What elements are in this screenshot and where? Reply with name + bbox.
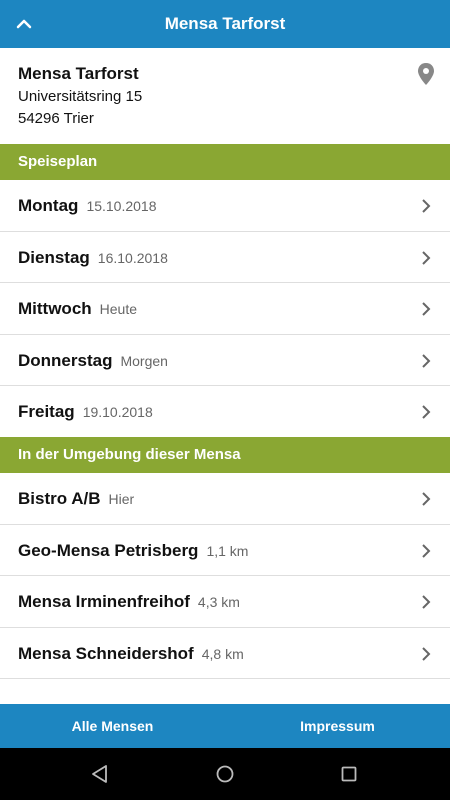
- mensa-name: Mensa Tarforst: [18, 64, 139, 83]
- day-row-donnerstag[interactable]: Donnerstag Morgen: [0, 334, 450, 386]
- day-date: 15.10.2018: [86, 198, 157, 214]
- page-title: Mensa Tarforst: [164, 14, 286, 33]
- day-name: Montag: [18, 196, 79, 215]
- day-date: Morgen: [120, 352, 168, 369]
- system-nav-bar: [0, 748, 450, 800]
- app-bar: Mensa Tarforst: [0, 0, 450, 48]
- chevron-right-icon: [422, 646, 431, 661]
- day-name: Mittwoch: [18, 299, 92, 318]
- distance: 4,3 km: [197, 594, 240, 610]
- recent-apps-icon[interactable]: [338, 763, 360, 785]
- mensa-city: 54296 Trier: [18, 110, 94, 127]
- home-icon[interactable]: [214, 763, 236, 785]
- day-date: 19.10.2018: [82, 404, 153, 420]
- nearby-row-irminenfreihof[interactable]: Mensa Irminenfreihof 4,3 km: [0, 576, 450, 628]
- day-name: Dienstag: [18, 247, 90, 267]
- speiseplan-list: Montag 15.10.2018 Dienstag 16.10.2018 Mitt…: [0, 180, 450, 438]
- day-row-dienstag[interactable]: Dienstag 16.10.2018: [0, 231, 450, 283]
- chevron-right-icon: [422, 405, 431, 419]
- distance: 4,8 km: [201, 645, 244, 662]
- mensa-name: Bistro A/B: [18, 489, 101, 508]
- section-header-nearby: In der Umgebung dieser Mensa: [0, 437, 450, 473]
- day-row-freitag[interactable]: Freitag 19.10.2018: [0, 386, 450, 438]
- day-date: Heute: [99, 301, 138, 317]
- chevron-right-icon: [422, 543, 431, 558]
- distance: Hier: [108, 491, 135, 507]
- day-date: 16.10.2018: [97, 249, 168, 266]
- chevron-right-icon: [422, 250, 431, 265]
- nearby-row-bistro[interactable]: Bistro A/B Hier: [0, 473, 450, 525]
- bottom-action-bar: Alle Mensen Impressum: [0, 704, 450, 748]
- section-header-speiseplan: Speiseplan: [0, 144, 450, 180]
- nearby-row-schneidershof[interactable]: Mensa Schneidershof 4,8 km: [0, 627, 450, 679]
- imprint-button[interactable]: Impressum: [225, 704, 450, 748]
- nearby-row-geo-mensa[interactable]: Geo-Mensa Petrisberg 1,1 km: [0, 524, 450, 576]
- chevron-right-icon: [422, 199, 431, 213]
- distance: 1,1 km: [206, 542, 249, 559]
- day-name: Freitag: [18, 402, 75, 421]
- mensa-name: Geo-Mensa Petrisberg: [18, 540, 199, 560]
- day-name: Donnerstag: [18, 350, 113, 370]
- all-mensas-button[interactable]: Alle Mensen: [0, 704, 225, 748]
- back-icon[interactable]: [89, 763, 111, 785]
- mensa-info-card: Mensa Tarforst Universitätsring 15 54296…: [0, 48, 450, 144]
- mensa-name: Mensa Schneidershof: [18, 643, 194, 663]
- chevron-right-icon: [422, 302, 431, 316]
- mensa-street: Universitätsring 15: [18, 88, 143, 105]
- chevron-right-icon: [422, 492, 431, 506]
- day-row-montag[interactable]: Montag 15.10.2018: [0, 180, 450, 232]
- map-pin-icon[interactable]: [416, 62, 436, 86]
- day-row-mittwoch[interactable]: Mittwoch Heute: [0, 283, 450, 335]
- chevron-right-icon: [422, 595, 431, 609]
- nearby-list: Bistro A/B Hier Geo-Mensa Petrisberg 1,1 k…: [0, 473, 450, 679]
- mensa-name: Mensa Irminenfreihof: [18, 592, 190, 611]
- chevron-right-icon: [422, 353, 431, 368]
